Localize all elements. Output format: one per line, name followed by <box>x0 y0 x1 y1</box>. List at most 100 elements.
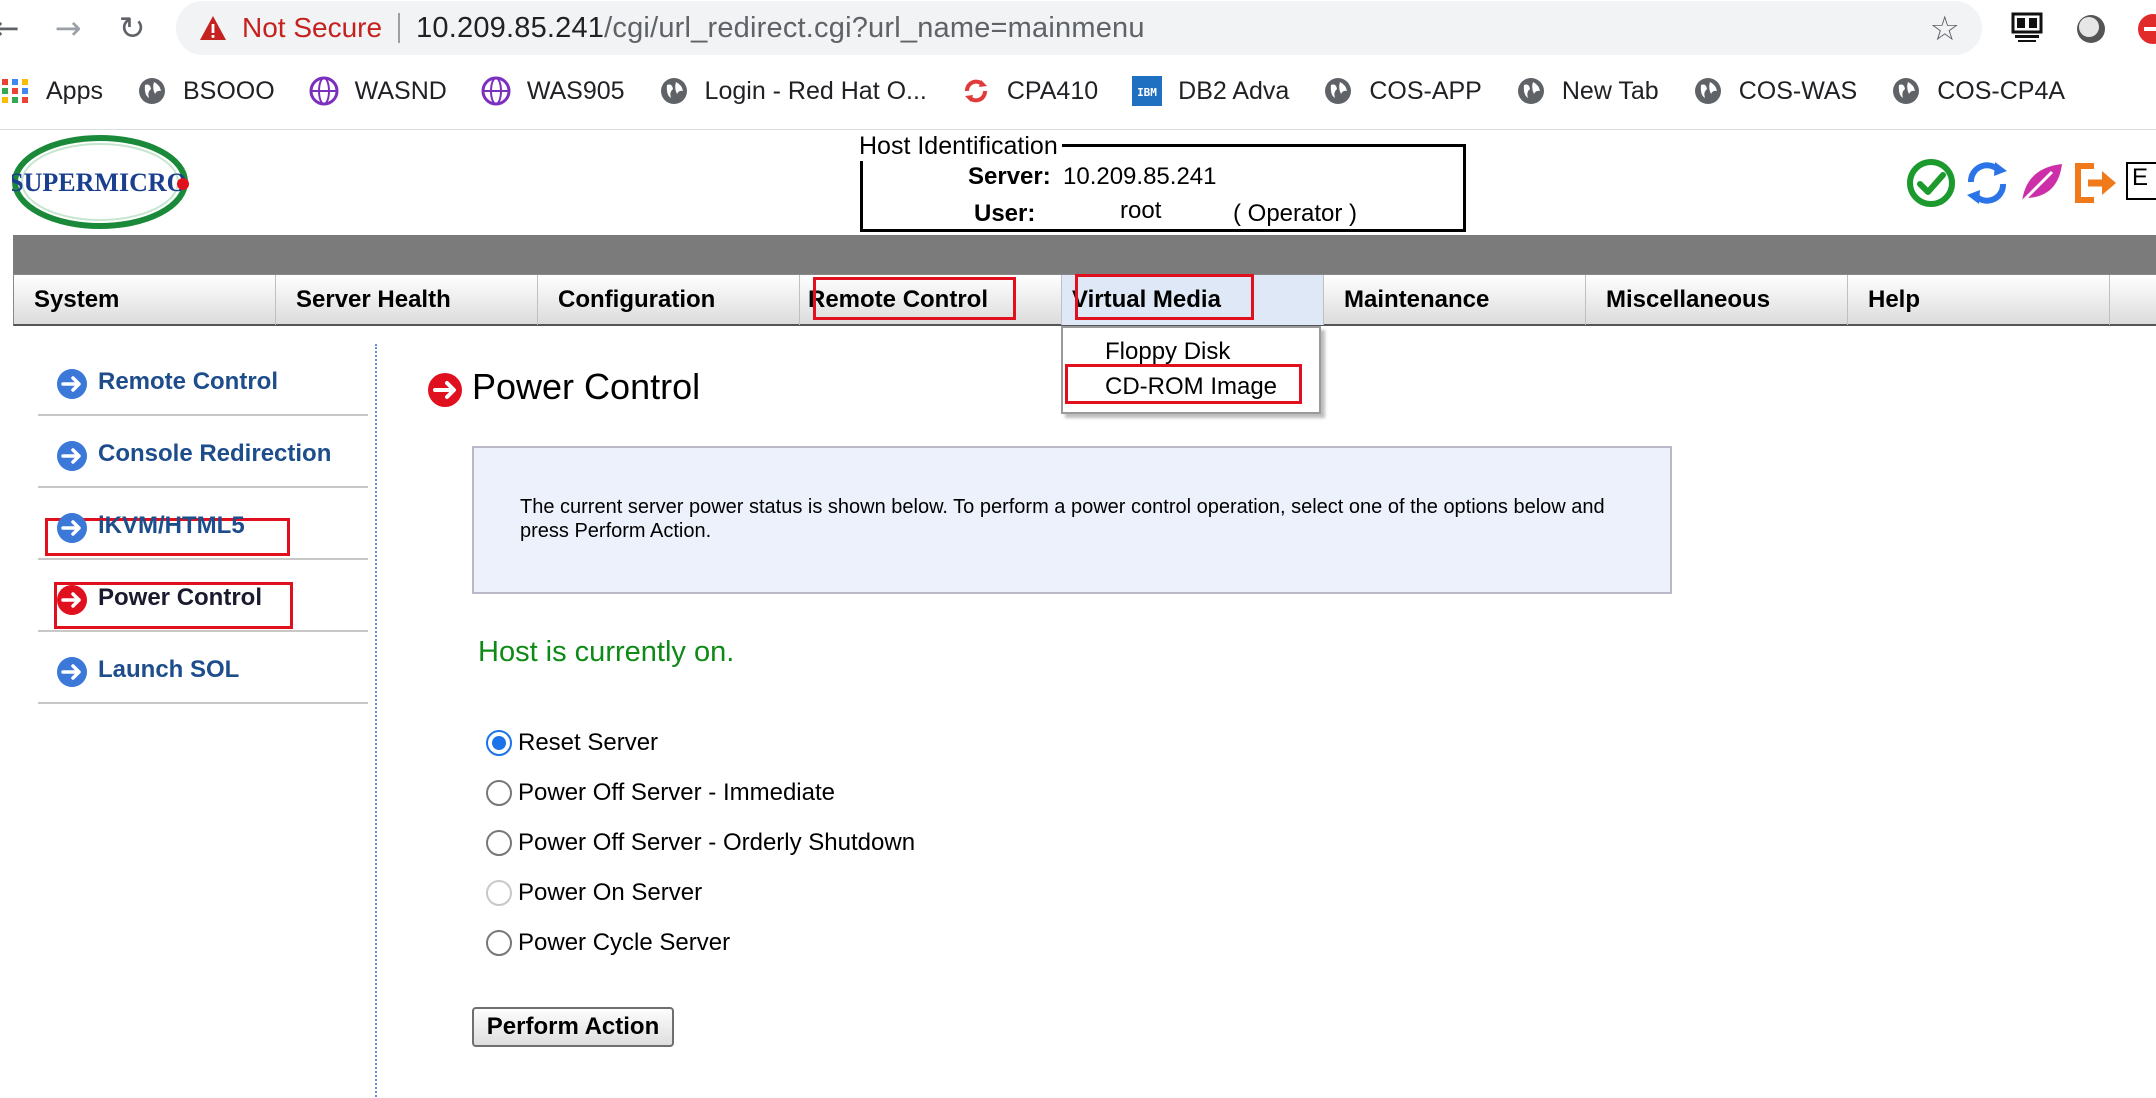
option-label: Power Off Server - Orderly Shutdown <box>518 829 916 856</box>
option-power-off-immediate[interactable]: Power Off Server - Immediate <box>486 778 835 808</box>
logo-text: SUPERMICRO <box>12 168 187 197</box>
radio-power-on <box>486 880 512 906</box>
bookmark-bsooo[interactable]: BSOOO <box>137 76 275 106</box>
dropdown-floppy-disk[interactable]: Floppy Disk <box>1105 338 1230 366</box>
radio-power-cycle[interactable] <box>486 930 512 956</box>
bookmark-wasnd[interactable]: WASND <box>309 76 447 106</box>
user-role: ( Operator ) <box>1233 200 1358 227</box>
url-host: 10.209.85.241 <box>416 11 605 44</box>
arrow-right-icon <box>57 441 87 471</box>
leaf-icon[interactable] <box>2016 158 2066 208</box>
menu-miscellaneous[interactable]: Miscellaneous <box>1586 275 1848 325</box>
check-status-icon[interactable] <box>1906 158 1956 208</box>
bookmarks-bar: Apps BSOOO WASND WAS905 Login - Red Hat … <box>0 66 2156 116</box>
bookmark-db2-adva[interactable]: IBM DB2 Adva <box>1132 76 1289 106</box>
dolby-extension-icon[interactable] <box>2010 12 2044 46</box>
url-text: 10.209.85.241/cgi/url_redirect.cgi?url_n… <box>416 12 1145 45</box>
server-label: Server: <box>968 163 1051 190</box>
sidebar-item-power-control[interactable]: Power Control <box>38 560 368 632</box>
refresh-icon[interactable] <box>1962 158 2012 208</box>
bookmark-label: WAS905 <box>526 76 625 105</box>
option-label: Reset Server <box>518 729 659 756</box>
bookmark-label: BSOOO <box>182 76 275 105</box>
option-label: Power Cycle Server <box>518 929 731 956</box>
highlight-virtual-media <box>1075 274 1254 320</box>
sidebar-divider <box>375 344 377 1098</box>
globe-icon <box>1325 78 1352 104</box>
browser-toolbar: ← → ↻ Not Secure 10.209.85.241/cgi/url_r… <box>0 0 2156 58</box>
sidebar-item-ikvm-html5[interactable]: iKVM/HTML5 <box>38 488 368 560</box>
info-text: The current server power status is shown… <box>520 496 1605 542</box>
address-bar[interactable]: Not Secure 10.209.85.241/cgi/url_redirec… <box>176 1 1982 55</box>
menu-maintenance[interactable]: Maintenance <box>1324 275 1586 325</box>
radio-power-off-immediate[interactable] <box>486 780 512 806</box>
logout-icon[interactable] <box>2070 158 2120 208</box>
reload-icon[interactable]: ↻ <box>112 8 152 48</box>
bookmark-was905[interactable]: WAS905 <box>481 76 625 106</box>
bookmark-cos-cp4a[interactable]: COS-CP4A <box>1891 76 2065 106</box>
language-select[interactable]: E <box>2126 162 2156 200</box>
option-power-off-orderly[interactable]: Power Off Server - Orderly Shutdown <box>486 828 915 858</box>
bookmark-login-red-hat[interactable]: Login - Red Hat O... <box>659 76 927 106</box>
bookmark-apps[interactable]: Apps <box>0 76 103 106</box>
globe-icon <box>138 78 165 104</box>
circle-extension-icon[interactable] <box>2074 12 2108 46</box>
host-identification-legend: Host Identification <box>859 132 1062 161</box>
supermicro-logo[interactable]: SUPERMICRO <box>12 134 192 230</box>
option-reset-server[interactable]: Reset Server <box>486 728 658 758</box>
page-title: Power Control <box>472 366 701 407</box>
omnibox-separator <box>398 13 401 43</box>
bookmark-label: DB2 Adva <box>1178 76 1290 105</box>
bookmark-cos-app[interactable]: COS-APP <box>1323 76 1482 106</box>
bookmark-label: CPA410 <box>1006 76 1099 105</box>
arrow-right-active-icon <box>57 585 87 615</box>
sidebar-item-label: Launch SOL <box>98 656 240 683</box>
power-status-text: Host is currently on. <box>478 636 735 668</box>
forward-arrow-icon[interactable]: → <box>48 8 88 48</box>
globe-icon <box>660 78 687 104</box>
menu-server-health[interactable]: Server Health <box>276 275 538 325</box>
sidebar-item-console-redirection[interactable]: Console Redirection <box>38 416 368 488</box>
radio-reset-server[interactable] <box>486 730 512 756</box>
red-extension-icon[interactable] <box>2136 12 2156 46</box>
sidebar-item-launch-sol[interactable]: Launch SOL <box>38 632 368 704</box>
security-label: Not Secure <box>242 12 383 43</box>
menu-help[interactable]: Help <box>1848 275 2110 325</box>
highlight-cd-rom-image <box>1065 364 1302 404</box>
perform-action-button[interactable]: Perform Action <box>472 1007 674 1047</box>
red-sync-icon <box>964 79 987 103</box>
chrome-divider <box>0 129 2156 130</box>
host-identification-box: Host Identification Server: 10.209.85.24… <box>859 132 1466 232</box>
arrow-left-title-icon <box>428 373 462 407</box>
option-power-cycle[interactable]: Power Cycle Server <box>486 928 730 958</box>
arrow-right-icon <box>57 513 87 543</box>
sidebar-item-label: Power Control <box>98 584 263 611</box>
radio-power-off-orderly[interactable] <box>486 830 512 856</box>
svg-text:IBM: IBM <box>1137 86 1157 99</box>
menu-system[interactable]: System <box>14 275 276 325</box>
bookmark-label: New Tab <box>1561 76 1659 105</box>
option-label: Power Off Server - Immediate <box>518 779 835 806</box>
globe-icon <box>1694 78 1721 104</box>
arrow-right-icon <box>57 369 87 399</box>
bookmark-star-icon[interactable]: ☆ <box>1930 9 1960 49</box>
bookmark-cpa410[interactable]: CPA410 <box>961 76 1098 106</box>
option-label: Power On Server <box>518 879 703 906</box>
bookmark-label: Login - Red Hat O... <box>704 76 927 105</box>
bookmark-label: COS-WAS <box>1738 76 1858 105</box>
menu-configuration[interactable]: Configuration <box>538 275 800 325</box>
url-path: /cgi/url_redirect.cgi?url_name=mainmenu <box>604 11 1145 44</box>
sidebar-item-label: Console Redirection <box>98 440 332 467</box>
bookmark-label: Apps <box>46 76 103 105</box>
globe-icon <box>1893 78 1920 104</box>
sidebar-item-remote-control[interactable]: Remote Control <box>38 344 368 416</box>
bookmark-new-tab[interactable]: New Tab <box>1516 76 1659 106</box>
option-power-on: Power On Server <box>486 878 702 908</box>
highlight-remote-control <box>813 277 1016 320</box>
user-value: root <box>1120 197 1162 224</box>
apps-grid-icon <box>2 79 28 103</box>
bookmark-cos-was[interactable]: COS-WAS <box>1693 76 1858 106</box>
back-arrow-icon[interactable]: ← <box>0 8 26 48</box>
info-box: The current server power status is shown… <box>472 446 1672 594</box>
user-label: User: <box>974 200 1036 227</box>
